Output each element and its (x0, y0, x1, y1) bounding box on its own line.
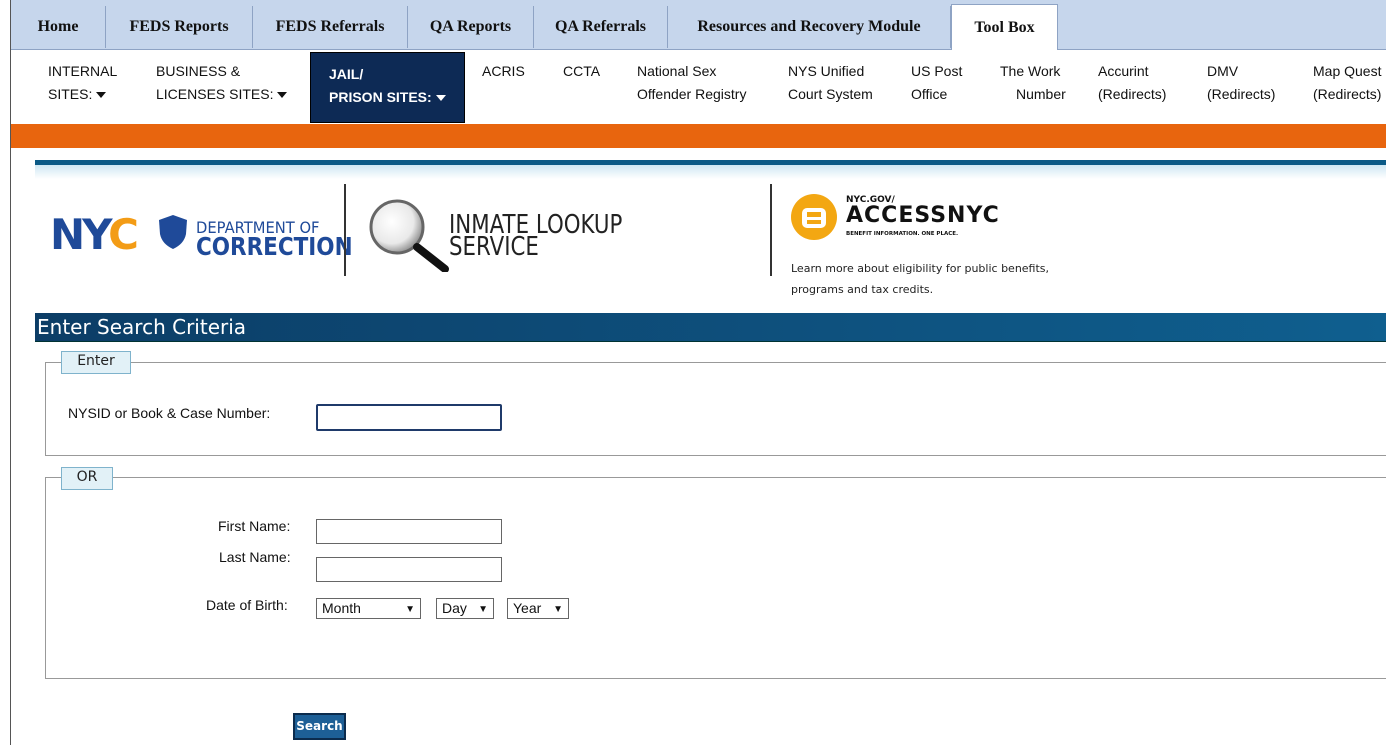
nav-label: INTERNAL (48, 63, 118, 79)
nav-label: LICENSES SITES: (156, 86, 274, 102)
nav-label: Offender Registry (637, 86, 747, 102)
nav-label: US Post (911, 63, 963, 79)
accessnyc-tagline: BENEFIT INFORMATION. ONE PLACE. (846, 231, 959, 237)
orange-divider (11, 124, 1386, 148)
correction-label: CORRECTION (196, 232, 353, 261)
dob-day-select[interactable]: Day ▼ (436, 598, 494, 619)
main-tab-bar: Home FEDS Reports FEDS Referrals QA Repo… (11, 0, 1386, 50)
dob-month-select[interactable]: Month ▼ (316, 598, 421, 619)
select-value: Day (442, 600, 467, 616)
nav-internal-sites[interactable]: INTERNAL SITES: (48, 60, 117, 106)
nav-ccta[interactable]: CCTA (563, 60, 600, 83)
nav-label: (Redirects) (1098, 86, 1167, 102)
nav-business-licenses-sites[interactable]: BUSINESS & LICENSES SITES: (156, 60, 288, 106)
nav-label: National Sex (637, 63, 717, 79)
dob-year-select[interactable]: Year ▼ (507, 598, 569, 619)
nav-label: Court System (788, 86, 873, 102)
service-subtitle: SERVICE (449, 232, 539, 262)
nav-dmv[interactable]: DMV (Redirects) (1207, 60, 1275, 106)
nav-label: SITES: (48, 86, 93, 102)
last-name-input[interactable] (316, 557, 502, 582)
nav-map-quest[interactable]: Map Quest (Redirects) (1313, 60, 1381, 106)
nysid-input[interactable] (316, 404, 502, 431)
nav-label: Office (911, 86, 948, 102)
banner-divider (770, 184, 772, 276)
or-fieldset (45, 477, 1386, 679)
nav-label: NYS Unified (788, 63, 865, 79)
dropdown-arrow-icon: ▼ (478, 604, 488, 615)
nav-label: BUSINESS & (156, 63, 241, 79)
accessnyc-title[interactable]: ACCESSNYC (846, 203, 1000, 228)
dob-label: Date of Birth: (206, 597, 288, 613)
nyc-logo: NYC (50, 210, 139, 259)
dropdown-arrow-icon: ▼ (405, 604, 415, 615)
section-title: Enter Search Criteria (37, 315, 247, 339)
nyc-logo-letter: N (50, 210, 85, 259)
nav-label: The Work (1000, 63, 1061, 79)
tab-feds-reports[interactable]: FEDS Reports (106, 6, 253, 48)
tab-tool-box[interactable]: Tool Box (951, 4, 1058, 50)
first-name-label: First Name: (218, 518, 291, 534)
nav-label: (Redirects) (1313, 86, 1382, 102)
accessnyc-logo-icon[interactable] (790, 193, 838, 241)
tab-qa-referrals[interactable]: QA Referrals (534, 6, 668, 48)
nyc-logo-letter: C (108, 210, 139, 259)
nav-nys-unified-court-system[interactable]: NYS Unified Court System (788, 60, 873, 106)
nav-national-sex-offender-registry[interactable]: National Sex Offender Registry (637, 60, 746, 106)
dropdown-arrow-icon: ▼ (553, 604, 563, 615)
nav-label: Number (1016, 86, 1066, 102)
tab-home[interactable]: Home (11, 6, 106, 48)
select-value: Year (513, 600, 542, 616)
nav-label: (Redirects) (1207, 86, 1276, 102)
nav-label: DMV (1207, 63, 1239, 79)
toolbox-nav: INTERNAL SITES: BUSINESS & LICENSES SITE… (11, 50, 1386, 124)
tab-feds-referrals[interactable]: FEDS Referrals (253, 6, 408, 48)
nav-us-post-office[interactable]: US Post Office (911, 60, 962, 106)
search-button[interactable]: Search (293, 713, 346, 740)
select-value: Month (322, 600, 361, 616)
or-legend: OR (61, 467, 113, 490)
tab-resources-recovery[interactable]: Resources and Recovery Module (668, 6, 951, 48)
caret-down-icon (277, 92, 288, 99)
nav-label: Accurint (1098, 63, 1149, 79)
nav-acris[interactable]: ACRIS (482, 60, 525, 83)
nav-accurint[interactable]: Accurint (Redirects) (1098, 60, 1166, 106)
nav-label: JAIL/ (329, 66, 364, 82)
nav-jail-prison-sites[interactable]: JAIL/ PRISON SITES: (310, 52, 465, 123)
doc-shield-icon (159, 215, 187, 249)
tab-qa-reports[interactable]: QA Reports (408, 6, 534, 48)
banner-gradient (35, 165, 1386, 179)
nysid-label: NYSID or Book & Case Number: (68, 405, 271, 421)
banner-divider (344, 184, 346, 276)
magnifier-icon (369, 199, 449, 272)
nyc-logo-letter: Y (82, 210, 111, 259)
last-name-label: Last Name: (219, 549, 291, 565)
nav-label: Map Quest (1313, 63, 1382, 79)
nav-the-work-number[interactable]: The Work Number (1000, 60, 1066, 106)
first-name-input[interactable] (316, 519, 502, 544)
window-left-edge (0, 0, 11, 745)
caret-down-icon (96, 92, 107, 99)
caret-down-icon (435, 95, 446, 102)
nav-label: PRISON SITES: (329, 89, 432, 105)
enter-legend: Enter (61, 351, 131, 374)
accessnyc-description: Learn more about eligibility for public … (791, 262, 1050, 296)
